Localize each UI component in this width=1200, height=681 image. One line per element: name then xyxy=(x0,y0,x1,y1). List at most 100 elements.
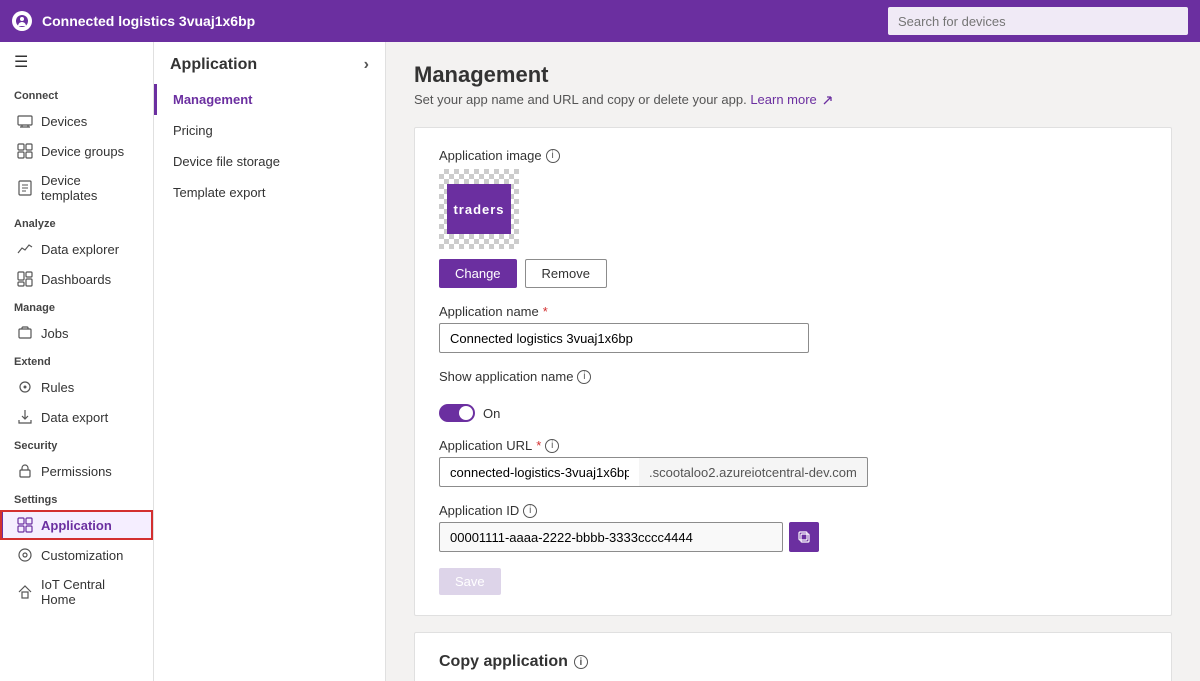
sidebar-label-iot-central: IoT Central Home xyxy=(41,577,139,607)
app-id-input xyxy=(439,522,783,552)
url-suffix: .scootaloo2.azureiotcentral-dev.com xyxy=(639,457,868,487)
sidebar-item-application[interactable]: Application xyxy=(0,510,153,540)
page-subtitle: Set your app name and URL and copy or de… xyxy=(414,92,1172,107)
app-image-label: Application image i xyxy=(439,148,1147,163)
app-name-input[interactable] xyxy=(439,323,809,353)
sidebar-item-devices[interactable]: Devices xyxy=(0,106,153,136)
search-input[interactable] xyxy=(888,7,1188,35)
sidebar-item-customization[interactable]: Customization xyxy=(0,540,153,570)
permissions-icon xyxy=(17,463,33,479)
section-settings: Settings xyxy=(0,486,153,510)
section-analyze: Analyze xyxy=(0,210,153,234)
url-required-marker: * xyxy=(536,438,541,453)
section-extend: Extend xyxy=(0,348,153,372)
sidebar-label-jobs: Jobs xyxy=(41,326,68,341)
show-app-name-group: Show application name i xyxy=(439,369,1147,388)
sidebar-item-data-export[interactable]: Data export xyxy=(0,402,153,432)
external-link-icon xyxy=(822,95,833,106)
show-app-name-label: Show application name i xyxy=(439,369,591,384)
sidebar-item-rules[interactable]: Rules xyxy=(0,372,153,402)
mid-panel-management[interactable]: Management xyxy=(154,84,385,115)
hamburger-menu[interactable]: ☰ xyxy=(0,42,153,82)
sidebar-item-data-explorer[interactable]: Data explorer xyxy=(0,234,153,264)
required-marker: * xyxy=(543,304,548,319)
app-id-label: Application ID i xyxy=(439,503,1147,518)
copy-app-info-icon: i xyxy=(574,655,588,669)
app-image-section: Application image i traders Change Remov… xyxy=(439,148,1147,288)
data-export-icon xyxy=(17,409,33,425)
sidebar-label-permissions: Permissions xyxy=(41,464,112,479)
device-templates-icon xyxy=(17,180,33,196)
change-image-button[interactable]: Change xyxy=(439,259,517,288)
copy-app-desc: Create a copy of this application, minus… xyxy=(439,677,1039,681)
copy-app-title: Copy application i xyxy=(439,653,1147,671)
sidebar-label-dashboards: Dashboards xyxy=(41,272,111,287)
app-name-label: Application name * xyxy=(439,304,1147,319)
sidebar-item-iot-central-home[interactable]: IoT Central Home xyxy=(0,570,153,614)
chart-icon xyxy=(17,241,33,257)
show-app-name-info-icon: i xyxy=(577,370,591,384)
sidebar-label-customization: Customization xyxy=(41,548,123,563)
app-url-input[interactable] xyxy=(439,457,639,487)
app-url-info-icon: i xyxy=(545,439,559,453)
sidebar-item-device-groups[interactable]: Device groups xyxy=(0,136,153,166)
toggle-on-label: On xyxy=(483,406,500,421)
main-content: Management Set your app name and URL and… xyxy=(386,42,1200,681)
sidebar-label-data-explorer: Data explorer xyxy=(41,242,119,257)
search-container xyxy=(888,7,1188,35)
app-id-info-icon: i xyxy=(523,504,537,518)
app-name-field-group: Application name * xyxy=(439,304,1147,353)
copy-app-id-button[interactable] xyxy=(789,522,819,552)
remove-image-button[interactable]: Remove xyxy=(525,259,607,288)
sidebar-item-device-templates[interactable]: Device templates xyxy=(0,166,153,210)
page-title: Management xyxy=(414,62,1172,88)
section-manage: Manage xyxy=(0,294,153,318)
mid-panel-title: Application xyxy=(170,56,257,74)
sidebar-label-device-templates: Device templates xyxy=(41,173,139,203)
mid-panel-pricing[interactable]: Pricing xyxy=(154,115,385,146)
toggle-row: On xyxy=(439,404,1147,422)
toggle-knob xyxy=(459,406,473,420)
sidebar-label-data-export: Data export xyxy=(41,410,108,425)
app-id-row xyxy=(439,522,819,552)
jobs-icon xyxy=(17,325,33,341)
home-icon xyxy=(17,584,33,600)
topbar: Connected logistics 3vuaj1x6bp xyxy=(0,0,1200,42)
mid-panel: Application › Management Pricing Device … xyxy=(154,42,386,681)
app-image-info-icon: i xyxy=(546,149,560,163)
section-security: Security xyxy=(0,432,153,456)
sidebar-item-dashboards[interactable]: Dashboards xyxy=(0,264,153,294)
device-groups-icon xyxy=(17,143,33,159)
sidebar-label-devices: Devices xyxy=(41,114,87,129)
learn-more-link[interactable]: Learn more xyxy=(750,92,833,107)
sidebar-item-permissions[interactable]: Permissions xyxy=(0,456,153,486)
sidebar-label-device-groups: Device groups xyxy=(41,144,124,159)
image-btn-row: Change Remove xyxy=(439,259,1147,288)
devices-icon xyxy=(17,113,33,129)
app-title: Connected logistics 3vuaj1x6bp xyxy=(42,13,255,29)
section-connect: Connect xyxy=(0,82,153,106)
sidebar-label-rules: Rules xyxy=(41,380,74,395)
show-app-name-toggle[interactable] xyxy=(439,404,475,422)
mid-panel-header: Application › xyxy=(154,42,385,84)
customization-icon xyxy=(17,547,33,563)
dashboard-icon xyxy=(17,271,33,287)
main-layout: ☰ Connect Devices Device groups Device t… xyxy=(0,42,1200,681)
management-card: Application image i traders Change Remov… xyxy=(414,127,1172,616)
mid-panel-template-export[interactable]: Template export xyxy=(154,177,385,208)
sidebar-item-jobs[interactable]: Jobs xyxy=(0,318,153,348)
sidebar: ☰ Connect Devices Device groups Device t… xyxy=(0,42,154,681)
app-logo-image: traders xyxy=(447,184,511,234)
mid-panel-device-file-storage[interactable]: Device file storage xyxy=(154,146,385,177)
topbar-left: Connected logistics 3vuaj1x6bp xyxy=(12,11,255,31)
copy-application-card: Copy application i Create a copy of this… xyxy=(414,632,1172,681)
application-icon xyxy=(17,517,33,533)
rules-icon xyxy=(17,379,33,395)
url-field-row: .scootaloo2.azureiotcentral-dev.com xyxy=(439,457,959,487)
content-inner: Management Set your app name and URL and… xyxy=(386,42,1200,681)
app-id-field-group: Application ID i xyxy=(439,503,1147,552)
app-logo xyxy=(12,11,32,31)
app-url-label: Application URL * i xyxy=(439,438,1147,453)
collapse-button[interactable]: › xyxy=(364,56,369,74)
save-button[interactable]: Save xyxy=(439,568,501,595)
